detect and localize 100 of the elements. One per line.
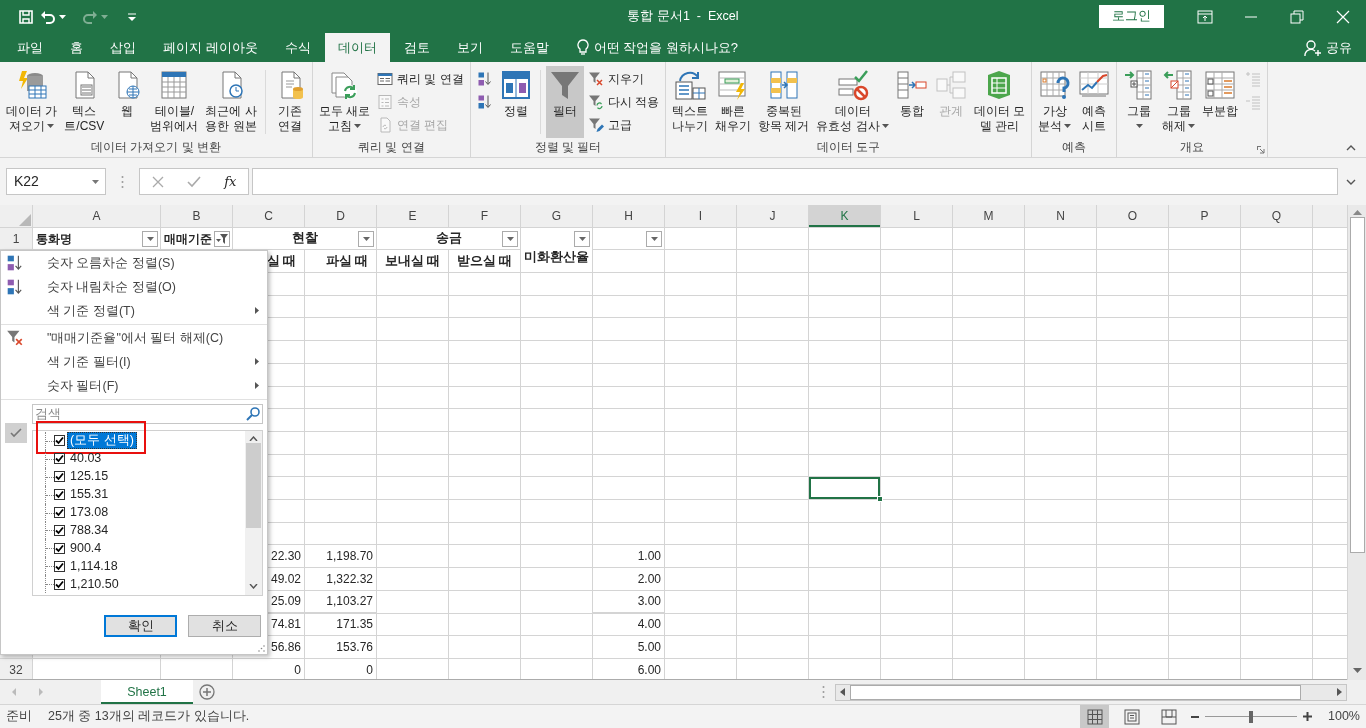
menu-item[interactable]: 색 기준 필터(I) [1, 350, 267, 374]
column-header[interactable]: F [449, 205, 521, 228]
ribbon-button[interactable]: 데이터 가 져오기 [3, 66, 61, 138]
column-header[interactable]: Q [1241, 205, 1313, 228]
sheet-tab[interactable]: Sheet1 [101, 680, 193, 704]
filter-value[interactable]: 40.03 [67, 450, 105, 468]
ribbon-button[interactable]: 중복된 항목 제거 [755, 66, 813, 138]
checkbox[interactable] [54, 471, 65, 483]
checkbox[interactable] [54, 542, 65, 554]
column-header[interactable]: E [377, 205, 449, 228]
column-header[interactable]: C [233, 205, 305, 228]
search-icon[interactable] [246, 407, 260, 421]
checkbox[interactable] [54, 524, 65, 536]
column-header[interactable]: N [1025, 205, 1097, 228]
ribbon-button[interactable]: 텍스트 나누기 [669, 66, 712, 138]
horizontal-scrollbar[interactable] [835, 683, 1347, 701]
scrollbar-thumb[interactable] [246, 443, 261, 528]
close-icon[interactable] [1335, 8, 1351, 25]
save-icon[interactable] [18, 8, 34, 25]
filter-value[interactable]: 1,114.18 [67, 557, 121, 575]
ribbon-tab[interactable]: 홈 [57, 33, 96, 62]
ribbon-button[interactable]: 필터 [545, 66, 584, 138]
zoom-in-icon[interactable] [1303, 712, 1312, 721]
checkbox[interactable] [54, 507, 65, 518]
column-header[interactable]: P [1169, 205, 1241, 228]
filter-value[interactable]: 788.34 [67, 521, 112, 539]
scroll-left-icon[interactable] [840, 688, 845, 696]
filter-button[interactable] [502, 231, 518, 247]
ribbon-button[interactable]: 쿼리 및 연결 [374, 68, 467, 90]
scroll-down-icon[interactable] [249, 584, 258, 589]
filter-button[interactable] [142, 231, 158, 247]
ribbon-tab[interactable]: 도움말 [496, 33, 562, 62]
column-header[interactable]: A [33, 205, 161, 228]
ribbon-tab[interactable]: 삽입 [97, 33, 149, 62]
ribbon-button[interactable]: 고급 [584, 114, 663, 136]
filter-button[interactable] [646, 231, 662, 247]
filter-button[interactable] [214, 231, 230, 247]
enter-check-icon[interactable] [186, 175, 201, 188]
ribbon-tab[interactable]: 페이지 레이아웃 [150, 33, 271, 62]
filter-button[interactable] [574, 231, 590, 247]
ribbon-tab[interactable]: 데이터 [324, 33, 390, 62]
ribbon-button[interactable]: 데이터 유효성 검사 [813, 66, 892, 138]
vertical-scrollbar[interactable] [1347, 205, 1366, 680]
ribbon-button[interactable]: 예측 시트 [1075, 66, 1114, 138]
add-sheet-icon[interactable] [199, 684, 215, 700]
ribbon-button[interactable]: 지우기 [584, 68, 663, 90]
dialog-launcher-icon[interactable] [1257, 146, 1266, 154]
expand-icon[interactable] [1346, 179, 1356, 185]
ribbon-button[interactable]: 다시 적용 [584, 91, 663, 113]
menu-item[interactable]: "매매기준율"에서 필터 해제(C) [1, 326, 267, 350]
ribbon-button[interactable]: 텍스 트/CSV [61, 66, 108, 138]
filter-value[interactable]: (모두 선택) [67, 432, 137, 450]
ribbon-tab[interactable]: 수식 [271, 33, 324, 62]
ribbon-button[interactable]: 최근에 사 용한 원본 [202, 66, 260, 138]
collapse-ribbon-icon[interactable] [1346, 145, 1356, 151]
ribbon-tab[interactable]: 보기 [443, 33, 496, 62]
insert-function-button[interactable]: fx [224, 171, 237, 192]
checkbox[interactable] [54, 435, 65, 447]
dialog-button[interactable]: 취소 [188, 615, 261, 637]
ribbon-tab[interactable]: 검토 [390, 33, 443, 62]
slider-thumb[interactable] [1249, 710, 1253, 723]
sign-in-button[interactable]: 로그인 [1099, 5, 1164, 28]
selected-cell[interactable] [809, 477, 881, 500]
ribbon-button[interactable]: 그룹 해제 [1159, 66, 1199, 138]
ribbon-button[interactable]: 정렬 [496, 66, 535, 138]
filter-value[interactable]: 155.31 [67, 486, 112, 504]
share-button[interactable]: 공유 [1304, 33, 1352, 62]
column-header[interactable]: O [1097, 205, 1169, 228]
restore-icon[interactable] [1289, 8, 1305, 25]
scrollbar-thumb[interactable] [1349, 217, 1365, 553]
tell-me-field[interactable]: 어떤 작업을 원하시나요? [576, 33, 739, 62]
scroll-down-icon[interactable] [1352, 668, 1362, 673]
column-header[interactable]: B [161, 205, 233, 228]
splitter-dots-icon[interactable] [121, 175, 124, 189]
filter-value[interactable]: 900.4 [67, 539, 105, 557]
resize-grip-icon[interactable] [258, 645, 265, 652]
ribbon-button[interactable]: 그룹 [1120, 66, 1159, 138]
scroll-up-icon[interactable] [1352, 210, 1362, 215]
checkbox[interactable] [54, 489, 65, 501]
dialog-button[interactable]: 확인 [104, 615, 177, 637]
column-header[interactable]: I [665, 205, 737, 228]
ribbon-button[interactable]: 테이블/ 범위에서 [147, 66, 202, 138]
filter-value[interactable]: 1,210.50 [67, 575, 122, 593]
column-header[interactable]: H [593, 205, 665, 228]
ribbon-button[interactable]: 부분합 [1199, 66, 1242, 138]
column-header[interactable]: G [521, 205, 593, 228]
name-box[interactable]: K22 [6, 168, 106, 195]
ribbon-button[interactable]: 기존 연결 [270, 66, 309, 138]
formula-field[interactable] [252, 168, 1338, 195]
view-button[interactable] [1080, 705, 1109, 728]
scrollbar-thumb[interactable] [850, 684, 1301, 700]
ribbon-button[interactable]: 모두 새로 고침 [315, 66, 374, 138]
checkbox[interactable] [54, 578, 65, 590]
search-field[interactable]: 검색 [32, 404, 263, 424]
list-scrollbar[interactable] [245, 431, 262, 595]
column-header[interactable]: J [737, 205, 809, 228]
menu-item[interactable]: 숫자 필터(F) [1, 374, 267, 398]
column-header[interactable]: K [809, 205, 881, 228]
ribbon-button[interactable]: 통합 [892, 66, 931, 138]
ribbon-display-icon[interactable] [1197, 8, 1213, 25]
